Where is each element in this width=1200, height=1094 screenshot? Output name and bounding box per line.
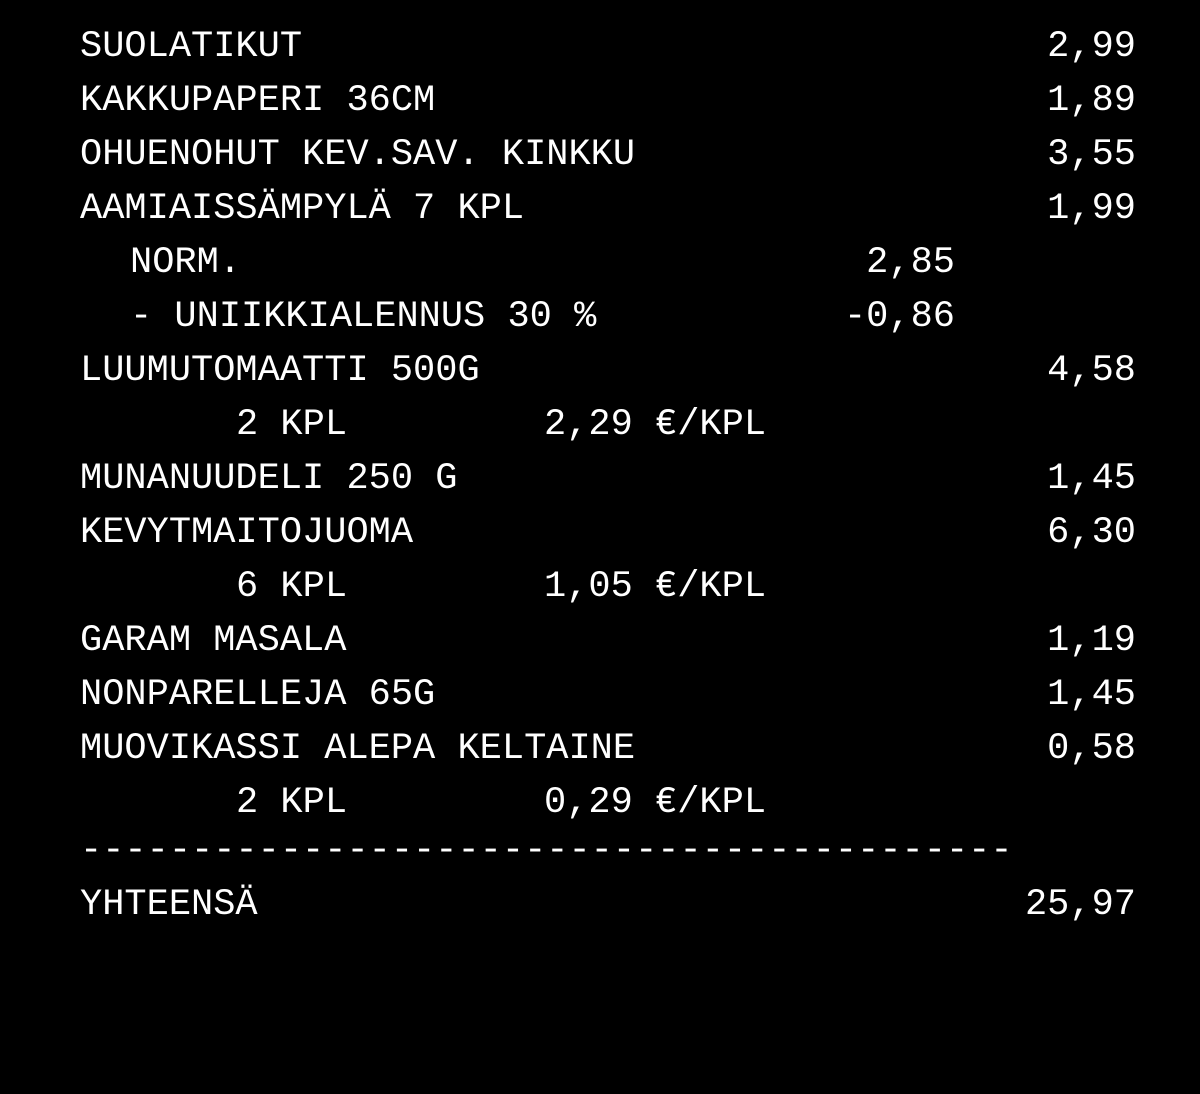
receipt-quantity-line: 2 KPL 0,29 €/KPL [0,776,1200,830]
receipt-line-item: SUOLATIKUT 2,99 [0,20,1200,74]
item-amount: 6,30 [1047,512,1136,554]
receipt-subline: - UNIIKKIALENNUS 30 % -0,86 [0,290,1200,344]
item-name: OHUENOHUT KEV.SAV. KINKKU [80,134,636,176]
discount-amount: -0,86 [843,296,955,338]
item-amount: 0,58 [1047,728,1136,770]
item-amount: 4,58 [1047,350,1136,392]
item-unit-price: 1,05 €/KPL [544,566,767,608]
normal-price-amount: 2,85 [866,242,955,284]
item-name: AAMIAISSÄMPYLÄ 7 KPL [80,188,525,230]
item-quantity: 6 KPL [236,566,348,608]
receipt-line-item: KEVYTMAITOJUOMA 6,30 [0,506,1200,560]
receipt-line-item: NONPARELLEJA 65G 1,45 [0,668,1200,722]
total-amount: 25,97 [1024,884,1136,926]
receipt-line-item: AAMIAISSÄMPYLÄ 7 KPL 1,99 [0,182,1200,236]
total-label: YHTEENSÄ [80,884,258,926]
item-amount: 1,89 [1047,80,1136,122]
item-amount: 1,45 [1047,674,1136,716]
item-amount: 1,45 [1047,458,1136,500]
receipt-quantity-line: 2 KPL 2,29 €/KPL [0,398,1200,452]
item-unit-price: 0,29 €/KPL [544,782,767,824]
item-unit-price: 2,29 €/KPL [544,404,767,446]
item-name: LUUMUTOMAATTI 500G [80,350,480,392]
receipt-line-item: LUUMUTOMAATTI 500G 4,58 [0,344,1200,398]
receipt-line-item: GARAM MASALA 1,19 [0,614,1200,668]
item-amount: 2,99 [1047,26,1136,68]
receipt-line-item: MUNANUUDELI 250 G 1,45 [0,452,1200,506]
item-name: SUOLATIKUT [80,26,303,68]
receipt-line-item: KAKKUPAPERI 36CM 1,89 [0,74,1200,128]
receipt-quantity-line: 6 KPL 1,05 €/KPL [0,560,1200,614]
item-amount: 1,19 [1047,620,1136,662]
item-name: MUNANUUDELI 250 G [80,458,458,500]
item-amount: 3,55 [1047,134,1136,176]
item-name: NONPARELLEJA 65G [80,674,436,716]
item-amount: 1,99 [1047,188,1136,230]
item-name: KAKKUPAPERI 36CM [80,80,436,122]
receipt-subline: NORM. 2,85 [0,236,1200,290]
item-quantity: 2 KPL [236,782,348,824]
receipt-total-line: YHTEENSÄ 25,97 [0,878,1200,932]
item-name: KEVYTMAITOJUOMA [80,512,414,554]
item-quantity: 2 KPL [236,404,348,446]
total-divider: ----------------------------------------… [80,830,1013,872]
receipt: SUOLATIKUT 2,99 KAKKUPAPERI 36CM 1,89 OH… [0,0,1200,954]
item-name: MUOVIKASSI ALEPA KELTAINE [80,728,636,770]
item-name: GARAM MASALA [80,620,347,662]
normal-price-label: NORM. [130,242,242,284]
discount-label: - UNIIKKIALENNUS 30 % [130,296,597,338]
receipt-line-item: OHUENOHUT KEV.SAV. KINKKU 3,55 [0,128,1200,182]
receipt-line-item: MUOVIKASSI ALEPA KELTAINE 0,58 [0,722,1200,776]
